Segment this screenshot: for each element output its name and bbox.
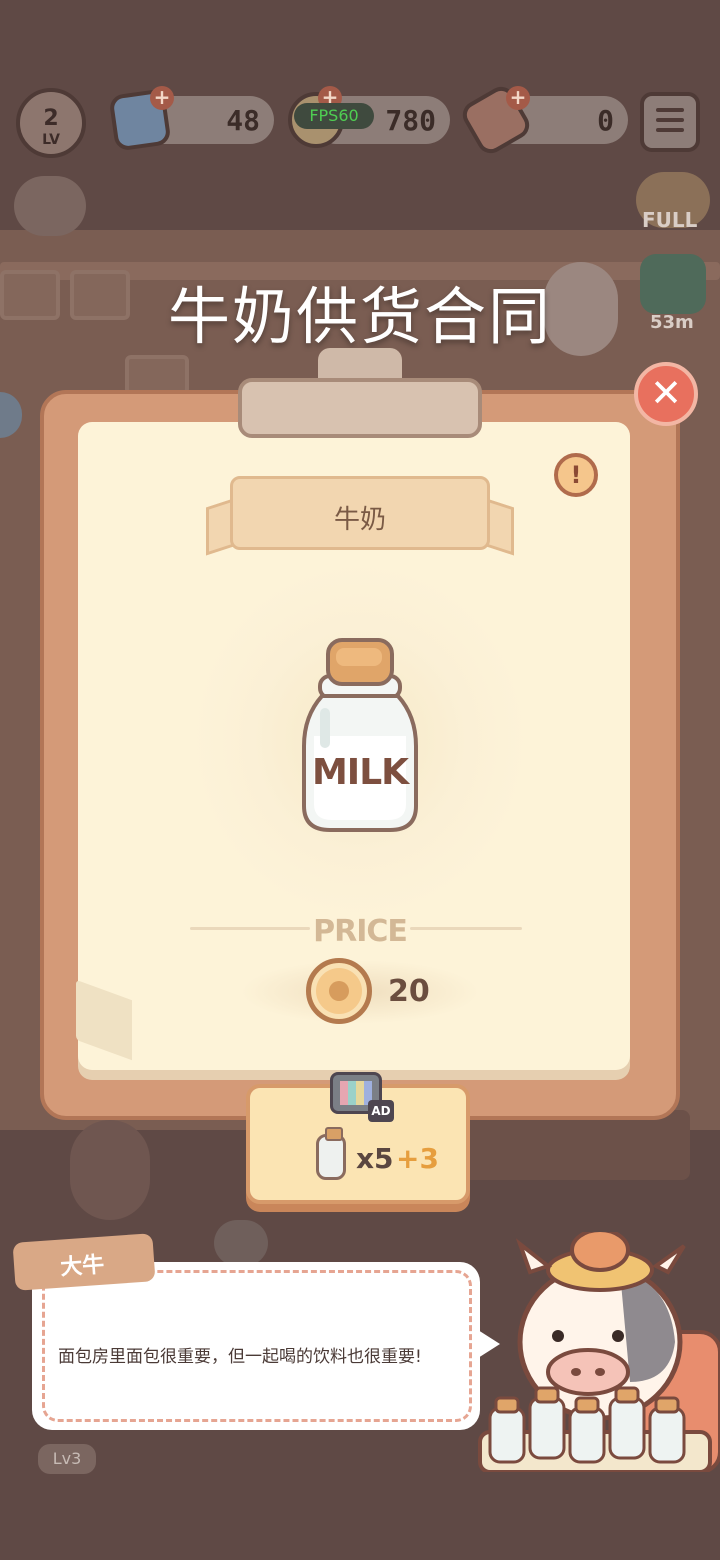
bottom-bar [0,1470,720,1560]
cow-character [478,1232,720,1472]
ticket-value: 0 [597,104,614,137]
building-level-tag: Lv3 [38,1444,96,1474]
level-label: LV [42,132,60,148]
item-name-ribbon: 牛奶 [230,476,490,550]
clipboard-clip [238,348,482,438]
menu-icon-line [656,118,684,122]
speaker-tag: 大牛 [12,1233,156,1291]
add-gems-icon[interactable]: + [150,86,174,110]
coin-paw [329,981,349,1001]
level-badge[interactable]: 2 LV [16,88,86,158]
tv-screen [340,1081,372,1105]
ad-reward-quantity: x5 [356,1142,394,1175]
oven [125,355,189,395]
menu-icon-line [656,128,684,132]
milk-bottle-icon [302,638,418,832]
info-button[interactable]: ! [554,453,598,497]
price-value: 20 [388,974,430,1009]
dialog-text: 面包房里面包很重要，但一起喝的饮料也很重要! [58,1347,422,1367]
fps-counter: FPS60 [294,103,374,129]
storage-full-label: FULL [642,208,698,232]
raccoon-worker [70,1120,150,1220]
coin-icon [306,958,372,1024]
milk-bottle-label: MILK [311,752,409,793]
add-tickets-icon[interactable]: + [506,86,530,110]
mouse-avatar-icon[interactable] [14,176,86,236]
price-label: PRICE [313,914,408,949]
clip-base [238,378,482,438]
price-divider-left [190,927,310,930]
ad-reward-bonus: +3 [396,1142,439,1175]
milk-bottle-small-icon [316,1127,346,1180]
close-icon: ✕ [650,371,682,415]
menu-icon [656,108,684,112]
menu-button[interactable] [640,92,700,152]
top-hud: 2 LV 48 + 780 + FPS60 0 + [0,0,720,180]
coin-value: 780 [385,104,436,137]
close-button[interactable]: ✕ [634,362,698,426]
gem-value: 48 [226,104,260,137]
speaker-name: 大牛 [59,1252,106,1281]
price-divider-right [410,927,522,930]
warning-icon: ! [570,461,582,489]
item-name: 牛奶 [333,505,386,535]
ad-tag: AD [368,1100,394,1122]
level-number: 2 [43,106,59,131]
mouse-customer [214,1220,268,1266]
popup-title: 牛奶供货合同 [167,280,552,353]
